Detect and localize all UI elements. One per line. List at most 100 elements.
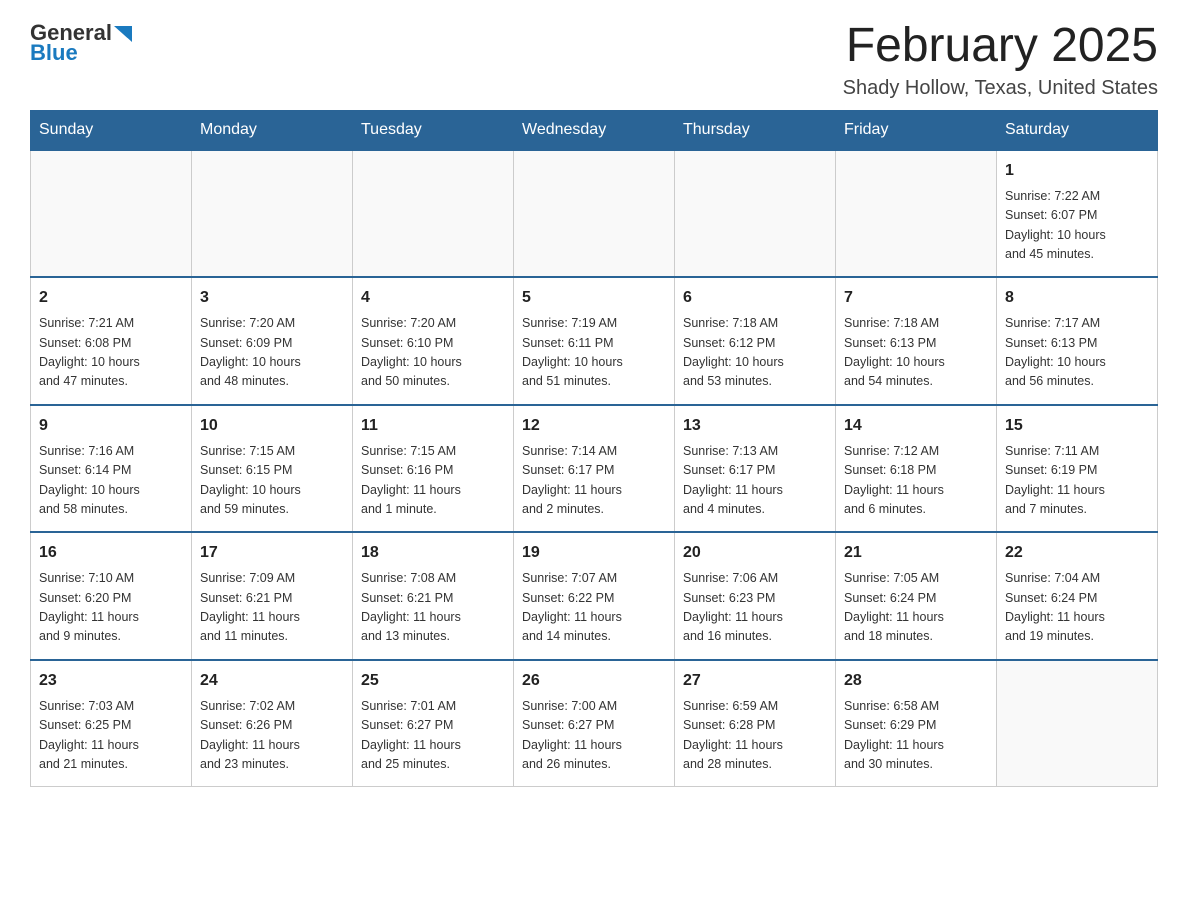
calendar-cell: [192, 150, 353, 278]
day-info: Sunrise: 7:10 AM Sunset: 6:20 PM Dayligh…: [39, 569, 183, 647]
calendar-cell: [836, 150, 997, 278]
week-row-1: 1 Sunrise: 7:22 AM Sunset: 6:07 PM Daylig…: [31, 150, 1158, 278]
day-number: 19: [522, 541, 666, 565]
day-number: 7: [844, 286, 988, 310]
location-title: Shady Hollow, Texas, United States: [843, 77, 1158, 100]
day-number: 24: [200, 669, 344, 693]
calendar-cell: 16Sunrise: 7:10 AM Sunset: 6:20 PM Dayli…: [31, 532, 192, 660]
weekday-header-tuesday: Tuesday: [353, 110, 514, 150]
weekday-header-friday: Friday: [836, 110, 997, 150]
day-number: 20: [683, 541, 827, 565]
weekday-header-saturday: Saturday: [997, 110, 1158, 150]
day-info: Sunrise: 7:04 AM Sunset: 6:24 PM Dayligh…: [1005, 569, 1149, 647]
calendar-cell: 27 Sunrise: 6:59 AM Sunset: 6:28 PM Dayli…: [675, 660, 836, 787]
week-row-4: 16Sunrise: 7:10 AM Sunset: 6:20 PM Dayli…: [31, 532, 1158, 660]
day-info: Sunrise: 7:18 AM Sunset: 6:13 PM Dayligh…: [844, 314, 988, 392]
calendar-cell: 13 Sunrise: 7:13 AM Sunset: 6:17 PM Dayli…: [675, 405, 836, 533]
calendar-cell: 26 Sunrise: 7:00 AM Sunset: 6:27 PM Dayli…: [514, 660, 675, 787]
day-info: Sunrise: 7:16 AM Sunset: 6:14 PM Dayligh…: [39, 442, 183, 520]
logo-blue: Blue: [30, 40, 78, 66]
calendar-cell: 11 Sunrise: 7:15 AM Sunset: 6:16 PM Dayli…: [353, 405, 514, 533]
day-number: 12: [522, 414, 666, 438]
day-info: Sunrise: 7:15 AM Sunset: 6:15 PM Dayligh…: [200, 442, 344, 520]
week-row-5: 23 Sunrise: 7:03 AM Sunset: 6:25 PM Dayli…: [31, 660, 1158, 787]
day-number: 15: [1005, 414, 1149, 438]
calendar-cell: 5 Sunrise: 7:19 AM Sunset: 6:11 PM Daylig…: [514, 277, 675, 405]
calendar-cell: 7 Sunrise: 7:18 AM Sunset: 6:13 PM Daylig…: [836, 277, 997, 405]
calendar-cell: 9 Sunrise: 7:16 AM Sunset: 6:14 PM Daylig…: [31, 405, 192, 533]
calendar-cell: 25 Sunrise: 7:01 AM Sunset: 6:27 PM Dayli…: [353, 660, 514, 787]
calendar-cell: 17 Sunrise: 7:09 AM Sunset: 6:21 PM Dayli…: [192, 532, 353, 660]
calendar-cell: 18 Sunrise: 7:08 AM Sunset: 6:21 PM Dayli…: [353, 532, 514, 660]
calendar-cell: 10 Sunrise: 7:15 AM Sunset: 6:15 PM Dayli…: [192, 405, 353, 533]
day-number: 25: [361, 669, 505, 693]
day-number: 2: [39, 286, 183, 310]
calendar-cell: 1 Sunrise: 7:22 AM Sunset: 6:07 PM Daylig…: [997, 150, 1158, 278]
day-info: Sunrise: 7:14 AM Sunset: 6:17 PM Dayligh…: [522, 442, 666, 520]
day-info: Sunrise: 7:05 AM Sunset: 6:24 PM Dayligh…: [844, 569, 988, 647]
calendar-cell: 6 Sunrise: 7:18 AM Sunset: 6:12 PM Daylig…: [675, 277, 836, 405]
day-info: Sunrise: 7:00 AM Sunset: 6:27 PM Dayligh…: [522, 697, 666, 775]
day-number: 1: [1005, 159, 1149, 183]
calendar-cell: 8Sunrise: 7:17 AM Sunset: 6:13 PM Daylig…: [997, 277, 1158, 405]
calendar-cell: 19 Sunrise: 7:07 AM Sunset: 6:22 PM Dayli…: [514, 532, 675, 660]
day-number: 28: [844, 669, 988, 693]
page-header: General Blue February 2025 Shady Hollow,…: [30, 20, 1158, 100]
calendar-cell: [675, 150, 836, 278]
day-info: Sunrise: 7:08 AM Sunset: 6:21 PM Dayligh…: [361, 569, 505, 647]
weekday-header-thursday: Thursday: [675, 110, 836, 150]
day-number: 22: [1005, 541, 1149, 565]
day-info: Sunrise: 7:17 AM Sunset: 6:13 PM Dayligh…: [1005, 314, 1149, 392]
calendar-cell: [31, 150, 192, 278]
day-number: 23: [39, 669, 183, 693]
weekday-header-sunday: Sunday: [31, 110, 192, 150]
calendar-cell: 28 Sunrise: 6:58 AM Sunset: 6:29 PM Dayli…: [836, 660, 997, 787]
day-number: 4: [361, 286, 505, 310]
calendar-cell: 3 Sunrise: 7:20 AM Sunset: 6:09 PM Daylig…: [192, 277, 353, 405]
day-info: Sunrise: 7:15 AM Sunset: 6:16 PM Dayligh…: [361, 442, 505, 520]
calendar-cell: 14 Sunrise: 7:12 AM Sunset: 6:18 PM Dayli…: [836, 405, 997, 533]
calendar-cell: 23 Sunrise: 7:03 AM Sunset: 6:25 PM Dayli…: [31, 660, 192, 787]
calendar-cell: 20Sunrise: 7:06 AM Sunset: 6:23 PM Dayli…: [675, 532, 836, 660]
calendar-cell: 12 Sunrise: 7:14 AM Sunset: 6:17 PM Dayli…: [514, 405, 675, 533]
calendar-cell: 22 Sunrise: 7:04 AM Sunset: 6:24 PM Dayli…: [997, 532, 1158, 660]
day-info: Sunrise: 7:19 AM Sunset: 6:11 PM Dayligh…: [522, 314, 666, 392]
day-info: Sunrise: 7:03 AM Sunset: 6:25 PM Dayligh…: [39, 697, 183, 775]
day-number: 17: [200, 541, 344, 565]
day-info: Sunrise: 7:13 AM Sunset: 6:17 PM Dayligh…: [683, 442, 827, 520]
day-number: 11: [361, 414, 505, 438]
day-info: Sunrise: 7:18 AM Sunset: 6:12 PM Dayligh…: [683, 314, 827, 392]
day-info: Sunrise: 6:59 AM Sunset: 6:28 PM Dayligh…: [683, 697, 827, 775]
day-info: Sunrise: 7:12 AM Sunset: 6:18 PM Dayligh…: [844, 442, 988, 520]
day-number: 26: [522, 669, 666, 693]
day-number: 9: [39, 414, 183, 438]
title-block: February 2025 Shady Hollow, Texas, Unite…: [843, 20, 1158, 100]
day-info: Sunrise: 7:07 AM Sunset: 6:22 PM Dayligh…: [522, 569, 666, 647]
day-number: 3: [200, 286, 344, 310]
day-number: 27: [683, 669, 827, 693]
day-info: Sunrise: 7:09 AM Sunset: 6:21 PM Dayligh…: [200, 569, 344, 647]
calendar-cell: [353, 150, 514, 278]
day-number: 13: [683, 414, 827, 438]
day-info: Sunrise: 7:22 AM Sunset: 6:07 PM Dayligh…: [1005, 187, 1149, 265]
day-info: Sunrise: 7:20 AM Sunset: 6:09 PM Dayligh…: [200, 314, 344, 392]
calendar-cell: [997, 660, 1158, 787]
day-number: 5: [522, 286, 666, 310]
day-number: 18: [361, 541, 505, 565]
calendar-cell: 15Sunrise: 7:11 AM Sunset: 6:19 PM Dayli…: [997, 405, 1158, 533]
calendar-cell: 24Sunrise: 7:02 AM Sunset: 6:26 PM Dayli…: [192, 660, 353, 787]
day-number: 21: [844, 541, 988, 565]
logo-triangle-icon: [114, 22, 136, 44]
day-info: Sunrise: 6:58 AM Sunset: 6:29 PM Dayligh…: [844, 697, 988, 775]
day-number: 14: [844, 414, 988, 438]
week-row-3: 9 Sunrise: 7:16 AM Sunset: 6:14 PM Daylig…: [31, 405, 1158, 533]
weekday-header-wednesday: Wednesday: [514, 110, 675, 150]
day-number: 6: [683, 286, 827, 310]
day-number: 10: [200, 414, 344, 438]
calendar-cell: 4 Sunrise: 7:20 AM Sunset: 6:10 PM Daylig…: [353, 277, 514, 405]
day-info: Sunrise: 7:20 AM Sunset: 6:10 PM Dayligh…: [361, 314, 505, 392]
day-info: Sunrise: 7:21 AM Sunset: 6:08 PM Dayligh…: [39, 314, 183, 392]
day-info: Sunrise: 7:01 AM Sunset: 6:27 PM Dayligh…: [361, 697, 505, 775]
weekday-header-monday: Monday: [192, 110, 353, 150]
weekday-header-row: SundayMondayTuesdayWednesdayThursdayFrid…: [31, 110, 1158, 150]
